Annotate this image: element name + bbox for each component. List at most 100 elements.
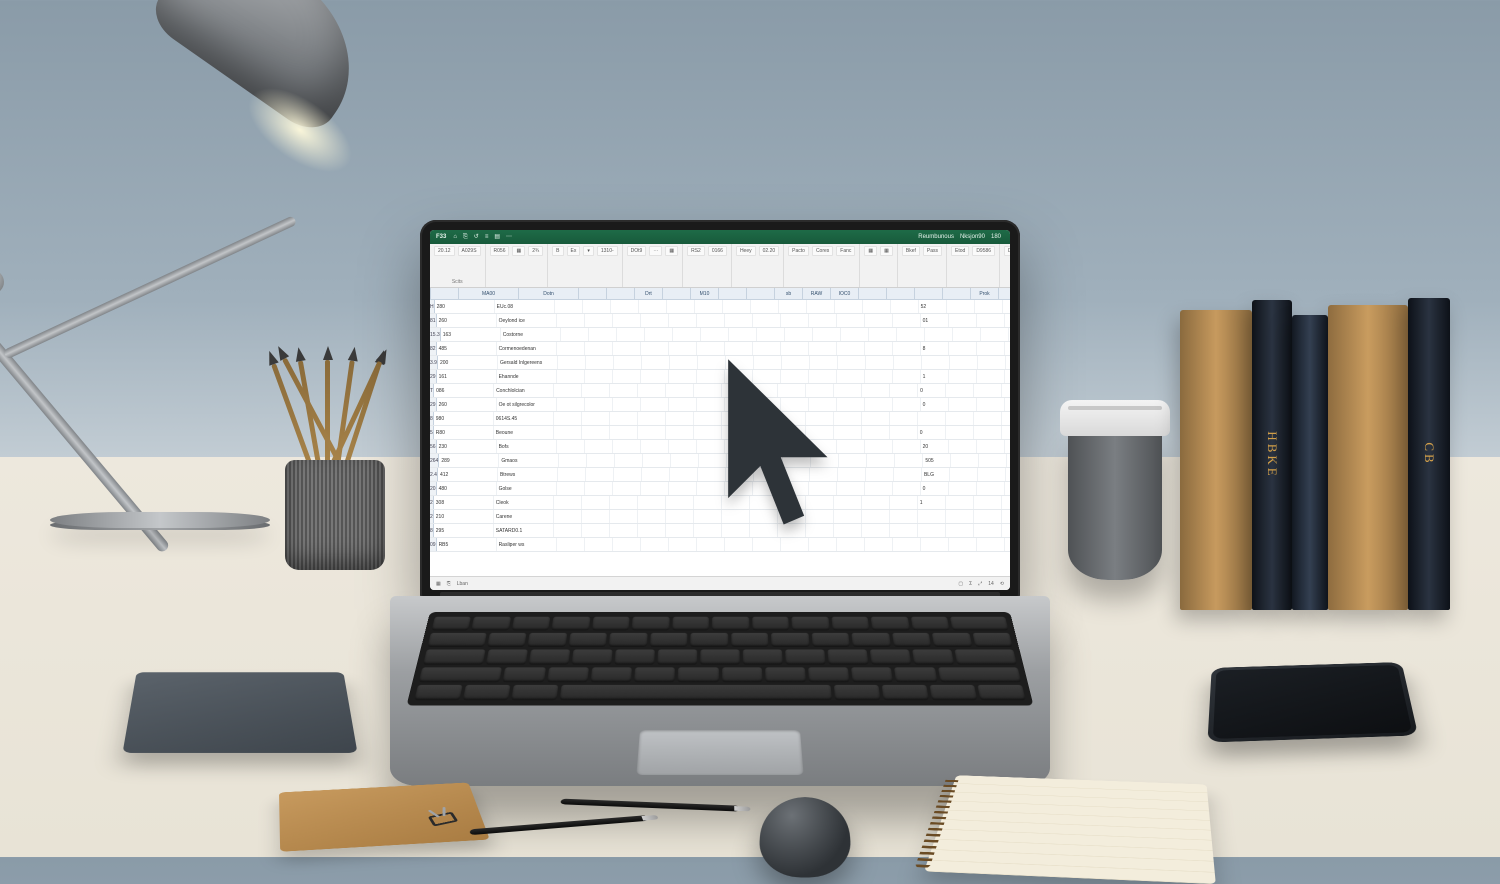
cell[interactable]: 01 [921,314,949,327]
column-header[interactable] [999,288,1010,299]
cell[interactable]: 412 [438,468,498,481]
cell[interactable] [613,342,641,355]
column-header[interactable] [859,288,887,299]
column-header[interactable] [719,288,747,299]
cell[interactable] [641,538,669,551]
column-header[interactable]: RAW [803,288,831,299]
cell[interactable] [666,426,694,439]
cell[interactable] [946,496,974,509]
cell[interactable]: 280 [435,300,495,313]
cell[interactable] [669,342,697,355]
cell[interactable] [582,384,610,397]
cell[interactable]: 163 [441,328,501,341]
cell[interactable] [893,398,921,411]
cell[interactable] [1003,300,1010,313]
cell[interactable] [583,300,611,313]
cell[interactable] [585,370,613,383]
cell[interactable] [869,328,897,341]
column-header[interactable]: sb [775,288,803,299]
cell[interactable] [867,454,895,467]
cell[interactable]: 260 [437,314,497,327]
cell[interactable] [614,356,642,369]
cell[interactable] [554,412,582,425]
column-header[interactable]: M10 [691,288,719,299]
cell[interactable] [977,370,1005,383]
cell[interactable] [894,468,922,481]
cell[interactable] [585,314,613,327]
cell[interactable] [841,328,869,341]
cell[interactable] [558,468,586,481]
statusbar-item[interactable]: ⟲ [1000,581,1004,587]
cell[interactable] [615,454,643,467]
cell[interactable] [1005,440,1010,453]
cell[interactable]: 20 [921,440,949,453]
cell[interactable] [639,300,667,313]
cell[interactable] [946,524,974,537]
ribbon-button[interactable]: 0166 [708,246,727,256]
column-header[interactable] [431,288,459,299]
cell[interactable]: 161 [437,370,497,383]
statusbar-item[interactable]: Σ [969,581,972,587]
cell[interactable] [557,440,585,453]
cell[interactable] [978,468,1006,481]
ribbon-button[interactable]: D9586 [972,246,995,256]
titlebar-button[interactable]: ≡ [482,234,492,240]
table-row[interactable]: H280EUc.0852 [430,300,1010,314]
cell[interactable] [1006,468,1010,481]
cell[interactable] [925,328,953,341]
cell[interactable]: Oe ot silgrecolor [497,398,557,411]
ribbon-button[interactable]: ▦ [665,246,678,256]
column-header[interactable]: Prok [971,288,999,299]
cell[interactable] [582,496,610,509]
cell[interactable] [1005,370,1010,383]
cell[interactable] [946,426,974,439]
cell[interactable] [949,342,977,355]
column-header[interactable] [943,288,971,299]
smartphone[interactable] [1207,662,1418,742]
cell[interactable] [666,510,694,523]
cell[interactable] [865,314,893,327]
cell[interactable] [950,468,978,481]
cell[interactable] [557,398,585,411]
cell[interactable]: BLG [922,468,950,481]
cell[interactable] [1002,524,1010,537]
cell[interactable] [977,482,1005,495]
cell[interactable] [638,496,666,509]
cell[interactable]: 0 [921,482,949,495]
cell[interactable] [807,300,835,313]
cell[interactable] [1002,496,1010,509]
cell[interactable] [865,440,893,453]
cell[interactable] [866,356,894,369]
titlebar-button[interactable]: ⎘ [460,234,471,240]
cell[interactable] [977,398,1005,411]
cell[interactable] [863,300,891,313]
cell[interactable] [557,342,585,355]
ribbon-button[interactable]: Duote Snad [1004,246,1010,256]
cell[interactable] [666,524,694,537]
ribbon-button[interactable]: Heey [736,246,756,256]
cell[interactable]: R80 [434,426,494,439]
cell[interactable] [865,482,893,495]
ribbon-button[interactable]: Pacto [788,246,809,256]
cell[interactable] [669,482,697,495]
cell[interactable]: 980 [434,412,494,425]
cell[interactable]: Rasliper ws [497,538,557,551]
cell[interactable] [895,454,923,467]
cell[interactable] [918,524,946,537]
cell[interactable] [890,524,918,537]
cell[interactable] [554,384,582,397]
ribbon-button[interactable]: Etod [951,246,969,256]
ribbon-button[interactable]: 02.20 [759,246,780,256]
cell[interactable] [865,538,893,551]
cell[interactable] [977,342,1005,355]
cell[interactable]: Costorne [501,328,561,341]
cell[interactable] [610,510,638,523]
column-header[interactable] [915,288,943,299]
cell[interactable] [862,384,890,397]
cell[interactable] [946,412,974,425]
cell[interactable] [610,412,638,425]
cell[interactable] [701,328,729,341]
cell[interactable] [669,370,697,383]
cell[interactable] [557,538,585,551]
cell[interactable] [949,440,977,453]
